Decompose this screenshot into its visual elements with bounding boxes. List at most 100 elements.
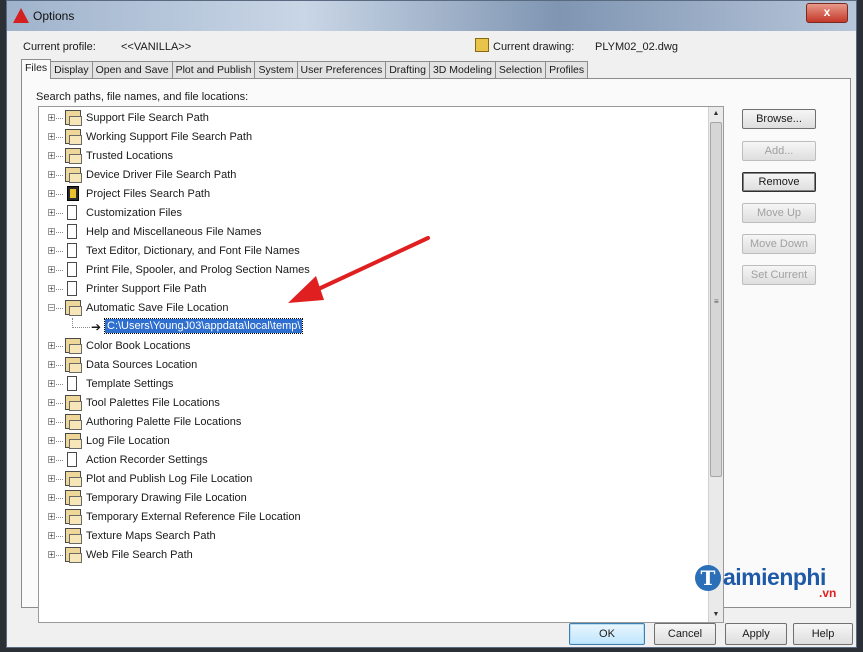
folder-icon — [65, 357, 82, 373]
tab-selection[interactable]: Selection — [494, 61, 547, 78]
help-button[interactable]: Help — [793, 623, 853, 645]
tree-connector — [56, 498, 63, 499]
tree-child-path[interactable]: ➔ C:\Users\YoungJ03\appdata\local\temp\ — [39, 318, 707, 337]
expand-icon[interactable]: + — [48, 437, 55, 445]
tab-user-preferences[interactable]: User Preferences — [296, 61, 387, 78]
cancel-button[interactable]: Cancel — [654, 623, 716, 645]
expand-icon[interactable]: + — [48, 342, 55, 350]
current-drawing-value: PLYM02_02.dwg — [595, 41, 678, 53]
tree-node[interactable]: + Authoring Palette File Locations — [39, 413, 707, 432]
expand-icon[interactable]: + — [48, 266, 55, 274]
tree-node[interactable]: + Web File Search Path — [39, 546, 707, 565]
tree-node[interactable]: + Project Files Search Path — [39, 185, 707, 204]
expand-icon[interactable]: + — [48, 133, 55, 141]
tree-node-label: Trusted Locations — [86, 150, 174, 162]
tab-profiles[interactable]: Profiles — [545, 61, 589, 78]
tab-system[interactable]: System — [254, 61, 298, 78]
tree-connector — [56, 555, 63, 556]
expand-icon[interactable]: + — [48, 171, 55, 179]
tree-node[interactable]: + Data Sources Location — [39, 356, 707, 375]
tree-node[interactable]: + Printer Support File Path — [39, 280, 707, 299]
tree-node[interactable]: + Text Editor, Dictionary, and Font File … — [39, 242, 707, 261]
set-current-button[interactable]: Set Current — [742, 265, 816, 285]
remove-button[interactable]: Remove — [742, 172, 816, 192]
scroll-down-arrow-icon[interactable]: ▼ — [709, 608, 723, 622]
file-locations-tree[interactable]: ▲ ≡ ▼ + Support File Search Path + Working … — [38, 106, 724, 623]
scroll-thumb[interactable]: ≡ — [710, 122, 722, 477]
tree-node-label: Authoring Palette File Locations — [86, 416, 242, 428]
tree-node[interactable]: + Temporary External Reference File Locat… — [39, 508, 707, 527]
document-icon — [67, 224, 77, 239]
current-drawing-label: Current drawing: — [493, 41, 575, 53]
expand-icon[interactable]: + — [48, 152, 55, 160]
add-button[interactable]: Add... — [742, 141, 816, 161]
browse-button[interactable]: Browse... — [742, 109, 816, 129]
document-icon — [67, 452, 77, 467]
tree-connector — [56, 536, 63, 537]
expand-icon[interactable]: + — [48, 114, 55, 122]
expand-icon[interactable]: + — [48, 285, 55, 293]
apply-button[interactable]: Apply — [725, 623, 787, 645]
expand-icon[interactable]: + — [48, 399, 55, 407]
folder-icon — [65, 338, 82, 354]
expand-icon[interactable]: + — [48, 532, 55, 540]
tree-node-label: Log File Location — [86, 435, 170, 447]
tree-node-label: Texture Maps Search Path — [86, 530, 216, 542]
tree-connector — [56, 156, 63, 157]
close-button[interactable]: x — [806, 3, 848, 23]
tree-connector — [72, 327, 90, 328]
watermark-text: aimienphi — [723, 564, 826, 590]
expand-icon[interactable]: + — [48, 456, 55, 464]
tree-node[interactable]: − Automatic Save File Location — [39, 299, 707, 318]
expand-icon[interactable]: + — [48, 380, 55, 388]
tree-node[interactable]: + Device Driver File Search Path — [39, 166, 707, 185]
tree-node[interactable]: + Tool Palettes File Locations — [39, 394, 707, 413]
expand-icon[interactable]: + — [48, 247, 55, 255]
expand-icon[interactable]: + — [48, 418, 55, 426]
tree-node[interactable]: + Print File, Spooler, and Prolog Section… — [39, 261, 707, 280]
expand-icon[interactable]: + — [48, 475, 55, 483]
tree-connector — [56, 118, 63, 119]
tab-drafting[interactable]: Drafting — [385, 61, 430, 78]
tab-3d-modeling[interactable]: 3D Modeling — [428, 61, 496, 78]
expand-icon[interactable]: + — [48, 551, 55, 559]
move-down-button[interactable]: Move Down — [742, 234, 816, 254]
tree-connector — [56, 384, 63, 385]
tree-node[interactable]: + Color Book Locations — [39, 337, 707, 356]
expand-icon[interactable]: + — [48, 228, 55, 236]
tree-scrollbar[interactable]: ▲ ≡ ▼ — [708, 107, 723, 622]
tree-node[interactable]: + Action Recorder Settings — [39, 451, 707, 470]
tab-open-and-save[interactable]: Open and Save — [91, 61, 173, 78]
expand-icon[interactable]: + — [48, 361, 55, 369]
tree-node[interactable]: + Trusted Locations — [39, 147, 707, 166]
tree-node[interactable]: + Log File Location — [39, 432, 707, 451]
ok-button[interactable]: OK — [569, 623, 645, 645]
expand-icon[interactable]: + — [48, 190, 55, 198]
grip-icon: ≡ — [714, 297, 719, 306]
expand-icon[interactable]: + — [48, 494, 55, 502]
document-icon — [67, 205, 77, 220]
tree-node[interactable]: + Temporary Drawing File Location — [39, 489, 707, 508]
options-dialog: Options x Current profile: <<VANILLA>> C… — [6, 0, 857, 648]
scroll-up-arrow-icon[interactable]: ▲ — [709, 107, 723, 121]
move-up-button[interactable]: Move Up — [742, 203, 816, 223]
tab-display[interactable]: Display — [50, 61, 93, 78]
collapse-icon[interactable]: − — [48, 304, 55, 312]
tree-node[interactable]: + Customization Files — [39, 204, 707, 223]
tree-node[interactable]: + Working Support File Search Path — [39, 128, 707, 147]
expand-icon[interactable]: + — [48, 513, 55, 521]
tree-node[interactable]: + Texture Maps Search Path — [39, 527, 707, 546]
title-bar[interactable]: Options x — [7, 1, 856, 31]
watermark-letter: T — [695, 565, 721, 591]
tree-node[interactable]: + Plot and Publish Log File Location — [39, 470, 707, 489]
tree-node[interactable]: + Support File Search Path — [39, 109, 707, 128]
selected-path-label[interactable]: C:\Users\YoungJ03\appdata\local\temp\ — [103, 318, 304, 334]
tab-plot-and-publish[interactable]: Plot and Publish — [171, 61, 256, 78]
tab-files[interactable]: Files — [21, 59, 52, 79]
tree-node[interactable]: + Template Settings — [39, 375, 707, 394]
dialog-title: Options — [33, 9, 75, 23]
expand-icon[interactable]: + — [48, 209, 55, 217]
folder-icon — [65, 300, 82, 316]
taimienphi-watermark-logo: T aimienphi .vn — [695, 563, 845, 603]
tree-node[interactable]: + Help and Miscellaneous File Names — [39, 223, 707, 242]
